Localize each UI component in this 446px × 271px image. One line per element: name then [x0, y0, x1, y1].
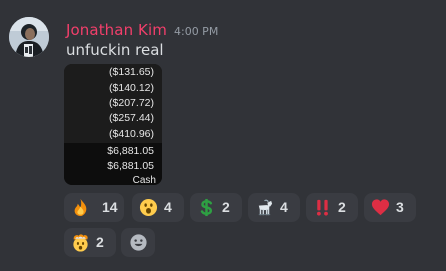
dollar-sign-icon	[200, 198, 213, 217]
red-heart-icon	[371, 199, 390, 216]
avatar-photo	[9, 17, 49, 57]
add-reaction-button[interactable]	[121, 228, 155, 257]
username[interactable]: Jonathan Kim	[66, 21, 167, 39]
reaction-count: 3	[396, 199, 404, 215]
open-mouth-face-icon	[139, 198, 158, 217]
message-container: Jonathan Kim 4:00 PM unfuckin real ($131…	[0, 0, 446, 271]
goat-icon	[258, 199, 273, 216]
message-header: Jonathan Kim 4:00 PM	[66, 21, 218, 41]
reaction-dollar[interactable]: 2	[190, 193, 242, 222]
double-exclamation-icon	[316, 199, 328, 216]
amount-value: ($207.72)	[109, 97, 154, 109]
reaction-count: 14	[102, 199, 118, 215]
reaction-open-mouth[interactable]: 4	[132, 193, 184, 222]
reaction-count: 2	[96, 234, 104, 250]
cash-label: Cash	[132, 175, 156, 185]
amount-value: ($257.44)	[109, 112, 154, 124]
timestamp[interactable]: 4:00 PM	[174, 25, 218, 38]
reaction-count: 2	[338, 199, 346, 215]
avatar[interactable]	[9, 17, 49, 57]
image-attachment[interactable]: ($131.65) ($140.12) ($207.72) ($257.44) …	[64, 64, 162, 185]
reaction-goat[interactable]: 4	[248, 193, 300, 222]
amount-value: ($131.65)	[109, 66, 154, 78]
exploding-head-icon	[73, 234, 88, 252]
amount-value: $6,881.05	[107, 145, 154, 157]
reaction-fire[interactable]: 14	[64, 193, 124, 222]
reaction-double-exclamation[interactable]: 2	[306, 193, 358, 222]
reaction-count: 4	[280, 199, 288, 215]
message-text: unfuckin real	[66, 41, 164, 59]
reaction-red-heart[interactable]: 3	[364, 193, 416, 222]
add-reaction-smiley-icon	[130, 234, 147, 251]
amount-value: ($410.96)	[109, 128, 154, 140]
amount-value: ($140.12)	[109, 82, 154, 94]
reaction-count: 2	[222, 199, 230, 215]
amount-value: $6,881.05	[107, 160, 154, 172]
reaction-exploding-head[interactable]: 2	[64, 228, 116, 257]
fire-icon	[74, 198, 87, 217]
reaction-count: 4	[164, 199, 172, 215]
